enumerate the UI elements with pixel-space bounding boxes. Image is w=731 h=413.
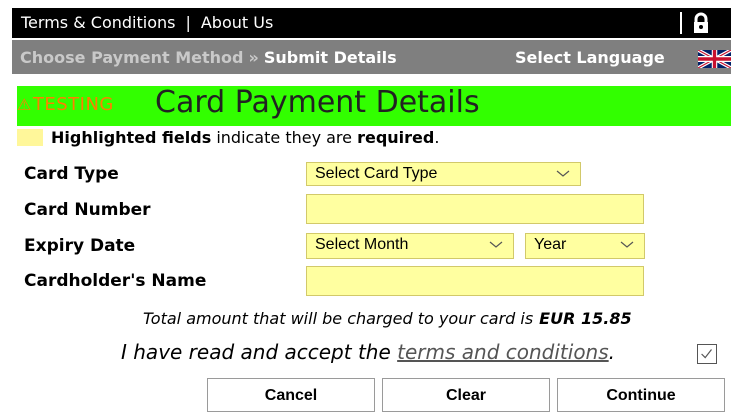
breadcrumb-separator: » [248,48,259,67]
lock-divider [680,12,682,34]
chevron-down-icon [556,170,570,177]
expiry-month-value: Select Month [315,236,409,253]
top-bar: Terms & Conditions | About Us [12,8,731,38]
accept-suffix: . [608,340,616,364]
total-text: Total amount that will be charged to you… [143,309,534,328]
continue-button[interactable]: Continue [557,378,725,412]
uk-flag-icon[interactable] [698,50,731,68]
page-heading: ⚠TESTING Card Payment Details [17,85,731,126]
terms-and-conditions-link[interactable]: terms and conditions [397,340,609,364]
note-text: indicate they are [211,128,358,147]
note-end: . [434,128,440,147]
expiry-month-select[interactable]: Select Month [306,233,514,259]
total-amount-line: Total amount that will be charged to you… [143,309,632,328]
top-links: Terms & Conditions | About Us [21,13,273,32]
terms-link[interactable]: Terms & Conditions [21,13,175,32]
page-title: Card Payment Details [155,85,480,120]
breadcrumb-bar: Choose Payment Method » Submit Details Sel… [12,40,731,74]
expiry-year-select[interactable]: Year [525,233,645,259]
total-amount: EUR 15.85 [539,309,632,328]
cardholder-name-input[interactable] [306,266,644,296]
testing-label: TESTING [32,94,114,115]
note-bold-required: required [357,128,435,147]
breadcrumb-step-submit-details: Submit Details [263,48,397,67]
card-number-label: Card Number [24,200,151,220]
breadcrumb-step-payment-method[interactable]: Choose Payment Method [20,48,243,67]
expiry-date-label: Expiry Date [24,236,136,256]
accept-prefix: I have read and accept the [121,340,398,364]
chevron-down-icon [489,241,503,248]
clear-button[interactable]: Clear [382,378,550,412]
card-type-label: Card Type [24,164,119,184]
select-language-label[interactable]: Select Language [515,48,665,67]
highlight-swatch [17,129,43,146]
expiry-year-value: Year [534,236,567,253]
about-link[interactable]: About Us [201,13,273,32]
cancel-button[interactable]: Cancel [207,378,375,412]
accept-terms-line: I have read and accept the terms and con… [121,340,615,364]
link-separator: | [185,13,191,32]
card-number-input[interactable] [306,194,644,224]
card-type-select[interactable]: Select Card Type [306,162,581,186]
warning-icon: ⚠ [17,95,32,114]
accept-terms-checkbox[interactable] [697,344,717,364]
card-type-value: Select Card Type [315,165,438,182]
checkmark-icon [701,349,712,359]
chevron-down-icon [620,241,634,248]
cardholder-name-label: Cardholder's Name [24,271,207,291]
note-bold-highlighted: Highlighted fields [51,128,212,147]
lock-icon [694,12,708,33]
testing-badge: ⚠TESTING [17,94,114,115]
required-note: Highlighted fields indicate they are req… [17,128,439,147]
breadcrumb: Choose Payment Method » Submit Details [20,48,397,67]
